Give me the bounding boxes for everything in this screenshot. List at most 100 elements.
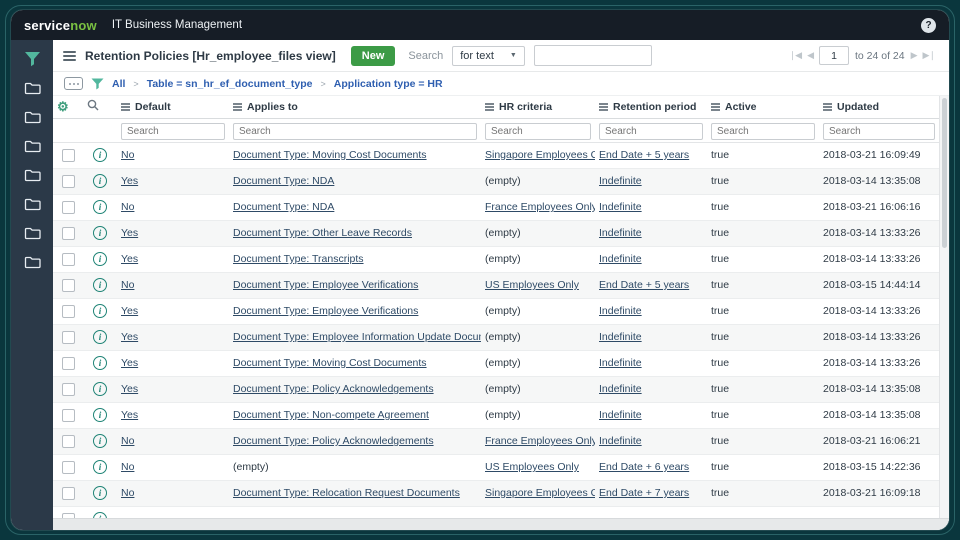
folder-icon[interactable] [23,167,41,183]
first-page-icon[interactable]: ❘◀ [789,50,801,61]
breadcrumb-all[interactable]: All [112,78,125,90]
column-header-hr-criteria[interactable]: HR criteria [481,96,595,118]
activity-stream-icon[interactable] [64,77,83,90]
info-icon[interactable]: i [93,226,107,240]
row-checkbox[interactable] [62,253,75,266]
row-checkbox[interactable] [62,305,75,318]
record-link[interactable]: Indefinite [599,409,642,421]
info-icon[interactable]: i [93,460,107,474]
row-checkbox[interactable] [62,513,75,519]
record-link[interactable]: No [121,201,134,213]
vertical-scrollbar[interactable] [939,96,949,518]
filter-input-default[interactable] [121,123,225,140]
info-icon[interactable]: i [93,382,107,396]
row-checkbox[interactable] [62,409,75,422]
record-link[interactable]: Document Type: Relocation Request Docume… [233,487,460,499]
record-link[interactable]: Document Type: Transcripts [233,253,364,265]
record-link[interactable]: Yes [121,331,138,343]
record-link[interactable]: Document Type: Other Leave Records [233,227,412,239]
info-icon[interactable]: i [93,408,107,422]
info-icon[interactable]: i [93,278,107,292]
column-menu-icon[interactable] [485,103,494,111]
row-checkbox[interactable] [62,331,75,344]
folder-icon[interactable] [23,80,41,96]
folder-icon[interactable] [23,138,41,154]
record-link[interactable]: Yes [121,227,138,239]
record-link[interactable]: Indefinite [599,175,642,187]
record-link[interactable]: End Date + 7 years [599,487,689,499]
record-link[interactable]: France Employees Only [485,435,595,447]
record-link[interactable]: Document Type: Employee Verifications [233,305,418,317]
record-link[interactable]: Singapore Employees Only [485,149,595,161]
info-icon[interactable]: i [93,512,107,518]
record-link[interactable]: Yes [121,357,138,369]
record-link[interactable]: Document Type: Policy Acknowledgements [233,435,434,447]
search-type-select[interactable]: for text ▼ [452,46,525,66]
row-checkbox[interactable] [62,461,75,474]
record-link[interactable]: Indefinite [599,227,642,239]
filter-input-updated[interactable] [823,123,935,140]
prev-page-icon[interactable]: ◀ [807,50,813,61]
record-link[interactable]: Document Type: NDA [233,175,334,187]
folder-icon[interactable] [23,109,41,125]
breadcrumb-funnel-icon[interactable] [91,78,104,90]
column-header-active[interactable]: Active [707,96,819,118]
record-link[interactable]: Document Type: Policy Acknowledgements [233,383,434,395]
column-menu-icon[interactable] [121,103,130,111]
filter-input-active[interactable] [711,123,815,140]
record-link[interactable]: End Date + 5 years [599,279,689,291]
record-link[interactable]: Yes [121,409,138,421]
record-link[interactable]: US Employees Only [485,461,579,473]
record-link[interactable]: Yes [121,305,138,317]
column-header-applies-to[interactable]: Applies to [229,96,481,118]
record-link[interactable]: No [121,149,134,161]
folder-icon[interactable] [23,254,41,270]
record-link[interactable]: End Date + 6 years [599,461,689,473]
info-icon[interactable]: i [93,252,107,266]
list-menu-icon[interactable] [63,51,76,61]
page-row-input[interactable] [819,46,849,65]
record-link[interactable]: Indefinite [599,253,642,265]
row-checkbox[interactable] [62,279,75,292]
next-page-icon[interactable]: ▶ [911,50,917,61]
record-link[interactable]: Yes [121,383,138,395]
column-menu-icon[interactable] [233,103,242,111]
row-checkbox[interactable] [62,383,75,396]
record-link[interactable]: US Employees Only [485,279,579,291]
row-checkbox[interactable] [62,201,75,214]
filter-input-hr-criteria[interactable] [485,123,591,140]
row-checkbox[interactable] [62,175,75,188]
record-link[interactable]: Indefinite [599,331,642,343]
row-checkbox[interactable] [62,149,75,162]
record-link[interactable]: No [121,279,134,291]
record-link[interactable]: Document Type: Moving Cost Documents [233,149,427,161]
record-link[interactable]: Yes [121,253,138,265]
record-link[interactable]: No [121,487,134,499]
column-header-default[interactable]: Default [117,96,229,118]
record-link[interactable]: France Employees Only [485,201,595,213]
record-link[interactable]: Document Type: Employee Verifications [233,279,418,291]
info-icon[interactable]: i [93,174,107,188]
record-link[interactable]: Indefinite [599,357,642,369]
record-link[interactable]: End Date + 5 years [599,149,689,161]
info-icon[interactable]: i [93,356,107,370]
info-icon[interactable]: i [93,486,107,500]
row-checkbox[interactable] [62,227,75,240]
new-button[interactable]: New [351,46,396,66]
gear-icon[interactable]: ⚙ [57,99,69,114]
record-link[interactable]: Yes [121,175,138,187]
record-link[interactable]: No [121,461,134,473]
last-page-icon[interactable]: ▶❘ [923,50,935,61]
record-link[interactable]: Indefinite [599,435,642,447]
info-icon[interactable]: i [93,330,107,344]
record-link[interactable]: Indefinite [599,201,642,213]
row-checkbox[interactable] [62,435,75,448]
info-icon[interactable]: i [93,434,107,448]
search-magnifier-icon[interactable] [87,99,99,111]
help-icon[interactable]: ? [921,18,936,33]
filter-input-applies-to[interactable] [233,123,477,140]
record-link[interactable]: Document Type: Employee Information Upda… [233,331,481,343]
record-link[interactable]: Document Type: Non-compete Agreement [233,409,429,421]
record-link[interactable]: No [121,435,134,447]
info-icon[interactable]: i [93,200,107,214]
